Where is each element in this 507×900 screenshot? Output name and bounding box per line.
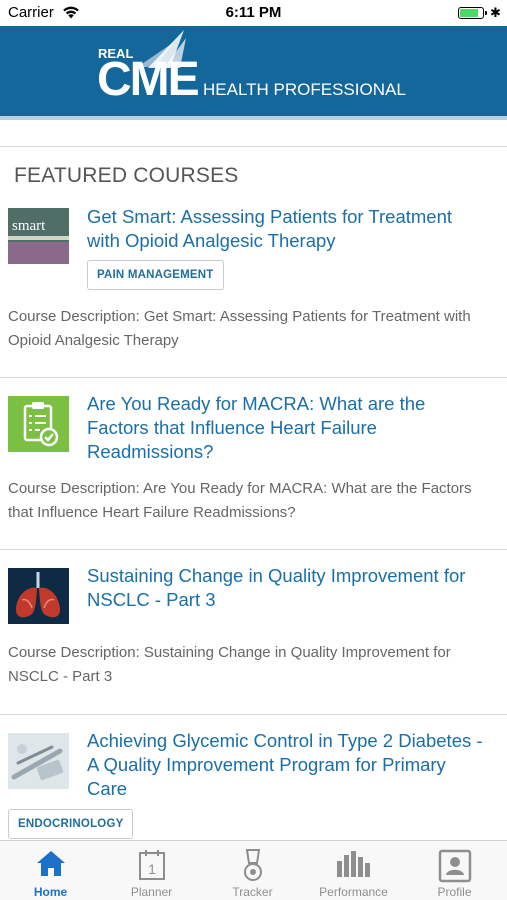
tab-bar: Home 1 Planner Tracker Performance Profi… [0, 840, 507, 900]
bluetooth-icon: ✱ [490, 5, 501, 20]
status-bar: Carrier 6:11 PM ✱ [0, 0, 507, 26]
tab-label: Tracker [232, 885, 273, 899]
course-thumbnail[interactable] [8, 733, 69, 789]
course-card[interactable]: Are You Ready for MACRA: What are the Fa… [0, 378, 507, 550]
course-description: Course Description: Sustaining Change in… [8, 644, 451, 685]
course-title[interactable]: Get Smart: Assessing Patients for Treatm… [87, 205, 487, 253]
course-card[interactable]: Achieving Glycemic Control in Type 2 Dia… [0, 715, 507, 840]
glucose-meter-icon [8, 733, 69, 789]
course-title[interactable]: Are You Ready for MACRA: What are the Fa… [87, 392, 487, 464]
tab-planner[interactable]: 1 Planner [101, 841, 202, 900]
course-description: Course Description: Get Smart: Assessing… [8, 308, 471, 349]
section-title: FEATURED COURSES [14, 164, 239, 187]
course-thumbnail[interactable] [8, 396, 69, 452]
logo-cme-text: CME [97, 53, 200, 106]
tab-home[interactable]: Home [0, 841, 101, 900]
header-subtitle: HEALTH PROFESSIONAL [203, 80, 406, 99]
tab-label: Profile [437, 885, 472, 899]
medal-icon [241, 849, 265, 888]
tab-label: Performance [319, 885, 388, 899]
course-title[interactable]: Sustaining Change in Quality Improvement… [87, 564, 487, 612]
tab-tracker[interactable]: Tracker [202, 841, 303, 900]
battery-icon [458, 7, 487, 19]
profile-card-icon [438, 849, 472, 888]
tab-label: Home [33, 885, 68, 899]
course-thumbnail[interactable] [8, 568, 69, 624]
course-thumbnail[interactable]: smart [8, 208, 69, 264]
category-tag[interactable]: ENDOCRINOLOGY [8, 809, 134, 839]
bar-chart-icon [335, 849, 373, 884]
calendar-icon: 1 [138, 849, 166, 886]
status-time: 6:11 PM [225, 4, 282, 21]
divider [0, 146, 507, 147]
lungs-icon [8, 568, 69, 624]
course-title[interactable]: Achieving Glycemic Control in Type 2 Dia… [87, 729, 487, 801]
category-tag[interactable]: PAIN MANAGEMENT [87, 260, 224, 290]
app-header: REAL CME HEALTH PROFESSIONAL [0, 26, 507, 120]
course-card[interactable]: Sustaining Change in Quality Improvement… [0, 550, 507, 715]
thumbnail-text: smart [12, 218, 46, 234]
course-description: Course Description: Are You Ready for MA… [8, 480, 472, 521]
svg-text:1: 1 [148, 861, 156, 877]
clipboard-check-icon [8, 396, 69, 452]
tab-performance[interactable]: Performance [303, 841, 404, 900]
tab-profile[interactable]: Profile [404, 841, 505, 900]
home-icon [36, 849, 66, 882]
tab-label: Planner [130, 885, 173, 899]
course-card[interactable]: smart Get Smart: Assessing Patients for … [0, 200, 507, 378]
